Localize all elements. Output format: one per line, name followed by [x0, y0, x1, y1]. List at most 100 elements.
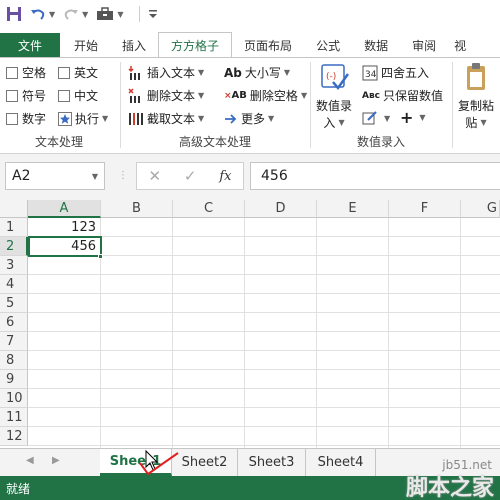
column-header[interactable]: E: [317, 200, 389, 218]
formula-buttons: ✕ ✓ fx: [136, 162, 244, 190]
number-option[interactable]: 数字: [6, 110, 46, 127]
grid-line: [460, 218, 461, 448]
chevron-down-icon[interactable]: ▼: [92, 172, 98, 181]
grid-line: [388, 218, 389, 448]
column-header[interactable]: C: [173, 200, 245, 218]
symbol-label: 符号: [22, 89, 47, 103]
more-button[interactable]: 更多 ▼: [224, 110, 274, 127]
row-header[interactable]: 3: [0, 256, 28, 275]
save-button[interactable]: [6, 3, 22, 25]
row-header[interactable]: 12: [0, 427, 28, 446]
row-header[interactable]: 11: [0, 408, 28, 427]
quick-access-toolbar: ▼ ▼ ▼: [0, 0, 500, 28]
round-button[interactable]: 34 四舍五入: [362, 64, 429, 81]
column-header[interactable]: B: [101, 200, 173, 218]
grid-line: [28, 312, 500, 313]
insert-text-button[interactable]: 插入文本 ▼: [128, 64, 204, 81]
name-box-value: A2: [12, 168, 31, 184]
tab-view[interactable]: 视: [448, 33, 472, 57]
row-header[interactable]: 2: [0, 237, 28, 256]
english-checkbox[interactable]: [58, 66, 70, 79]
worksheet-grid[interactable]: A B C D E F G 1 2 3 4 5 6 7 8 9 10 11 12…: [0, 200, 500, 448]
scroll-right-icon[interactable]: ▶: [52, 455, 60, 466]
number-checkbox[interactable]: [6, 112, 18, 125]
chinese-option[interactable]: 中文: [58, 87, 98, 104]
chevron-down-icon: ▼: [198, 114, 205, 123]
group-text-processing: 空格 英文 符号 中文 数字 执行 ▼ 文本处理: [0, 58, 118, 154]
symbol-option[interactable]: 符号: [6, 87, 46, 104]
redo-button[interactable]: ▼: [63, 3, 88, 25]
row-header[interactable]: 10: [0, 389, 28, 408]
tab-page-layout[interactable]: 页面布局: [232, 33, 304, 57]
toolbox-button[interactable]: ▼: [96, 3, 123, 25]
delete-text-icon: [128, 87, 144, 104]
case-icon: Ab: [224, 65, 242, 80]
english-option[interactable]: 英文: [58, 64, 98, 81]
space-label: 空格: [22, 66, 47, 80]
space-option[interactable]: 空格: [6, 64, 46, 81]
row-header[interactable]: 5: [0, 294, 28, 313]
tab-fangfang[interactable]: 方方格子: [158, 32, 233, 57]
row-header[interactable]: 1: [0, 218, 28, 237]
resize-grip-icon[interactable]: ⋮: [118, 170, 128, 181]
delete-space-icon-text: AB: [231, 90, 247, 101]
tab-file[interactable]: 文件: [0, 33, 60, 57]
space-checkbox[interactable]: [6, 66, 18, 79]
tab-review[interactable]: 审阅: [400, 33, 448, 57]
copy-paste-button[interactable]: 复制粘 贴 ▼: [458, 62, 494, 131]
chinese-checkbox[interactable]: [58, 89, 70, 102]
edit-button[interactable]: ▼: [362, 110, 390, 126]
column-header[interactable]: D: [245, 200, 317, 218]
copy-paste-label: 复制粘: [458, 99, 495, 113]
tab-insert[interactable]: 插入: [110, 33, 158, 57]
more-label: 更多: [241, 112, 266, 126]
grid-line: [244, 218, 245, 448]
row-header[interactable]: 6: [0, 313, 28, 332]
chevron-down-icon: ▼: [283, 68, 291, 77]
column-header[interactable]: F: [389, 200, 461, 218]
row-header[interactable]: 7: [0, 332, 28, 351]
customize-toolbar-button[interactable]: [148, 3, 158, 25]
case-button[interactable]: Ab 大小写 ▼: [224, 64, 290, 81]
delete-space-button[interactable]: × AB 删除空格 ▼: [224, 87, 307, 104]
group-title: 数值录入: [356, 135, 405, 149]
insert-function-icon[interactable]: fx: [219, 169, 231, 184]
column-header[interactable]: A: [28, 200, 101, 218]
select-all-corner[interactable]: [0, 200, 28, 218]
formula-input[interactable]: 456: [250, 162, 500, 190]
cell-a1[interactable]: 123: [28, 218, 100, 237]
value-entry-button[interactable]: (-) 数值录 入 ▼: [316, 62, 352, 131]
tab-formulas[interactable]: 公式: [304, 33, 352, 57]
scroll-left-icon[interactable]: ◀: [26, 455, 34, 466]
redo-icon: [64, 9, 79, 20]
tab-home[interactable]: 开始: [62, 33, 110, 57]
watermark-brand: 脚本之家: [405, 476, 494, 500]
symbol-checkbox[interactable]: [6, 89, 18, 102]
keep-value-button[interactable]: Aвc 只保留数值: [362, 87, 443, 104]
delete-text-button[interactable]: 删除文本 ▼: [128, 87, 204, 104]
fill-handle[interactable]: [98, 254, 103, 259]
keep-value-icon: Aвc: [362, 90, 380, 101]
sheet-tab-sheet3[interactable]: Sheet3: [238, 449, 306, 476]
grid-line: [316, 218, 317, 448]
plus-button[interactable]: + ▼: [400, 108, 426, 127]
column-header[interactable]: G: [461, 200, 500, 218]
execute-button[interactable]: 执行 ▼: [58, 110, 108, 127]
tab-data[interactable]: 数据: [352, 33, 400, 57]
confirm-icon[interactable]: ✓: [184, 167, 197, 185]
row-header[interactable]: 8: [0, 351, 28, 370]
cancel-icon[interactable]: ✕: [148, 167, 161, 185]
name-box[interactable]: A2 ▼: [5, 162, 105, 190]
grid-line: [28, 350, 500, 351]
grid-line: [28, 293, 500, 294]
group-advanced-text: 插入文本 ▼ 删除文本 ▼ 截取文本 ▼ Ab 大小写 ▼ × AB 删除空格 …: [122, 58, 308, 154]
group-divider: [120, 62, 121, 148]
undo-button[interactable]: ▼: [30, 3, 55, 25]
star-icon: [58, 111, 72, 126]
chevron-down-icon: ▼: [82, 9, 89, 19]
sheet-tab-sheet4[interactable]: Sheet4: [306, 449, 376, 476]
row-header[interactable]: 9: [0, 370, 28, 389]
row-header[interactable]: 4: [0, 275, 28, 294]
svg-text:34: 34: [365, 70, 377, 80]
extract-text-button[interactable]: 截取文本 ▼: [128, 110, 204, 127]
